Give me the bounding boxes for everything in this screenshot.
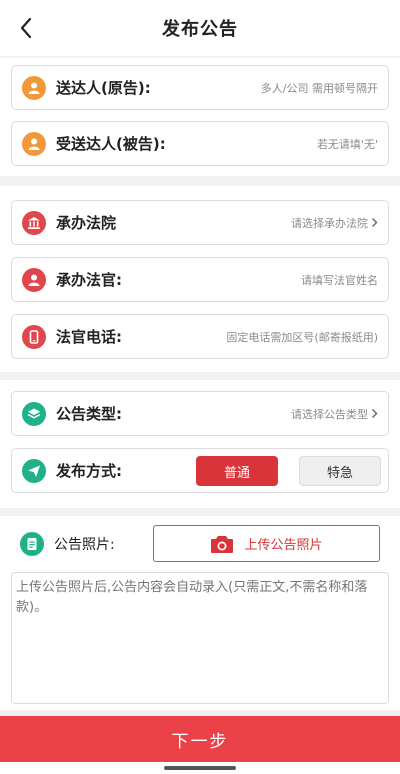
publish-method-field: 发布方式: 普通 特急 xyxy=(11,448,389,493)
method-urgent-button[interactable]: 特急 xyxy=(299,456,381,486)
person-icon xyxy=(22,131,46,156)
upload-photo-label: 上传公告照片 xyxy=(244,538,323,553)
parties-section: 送达人(原告): 多人/公司 需用顿号隔开 受送达人(被告): 若无请填'无' xyxy=(0,58,400,176)
header-bar: 发布公告 xyxy=(0,0,400,56)
announcement-type-label: 公告类型: xyxy=(56,405,122,423)
plaintiff-field[interactable]: 送达人(原告): 多人/公司 需用顿号隔开 xyxy=(11,65,389,110)
send-icon xyxy=(22,458,46,483)
defendant-placeholder: 若无请填'无' xyxy=(316,137,378,151)
home-indicator[interactable] xyxy=(164,766,236,770)
chevron-right-icon xyxy=(372,409,378,418)
court-icon xyxy=(22,210,46,235)
announcement-options-section: 公告类型: 请选择公告类型 发布方式: 普通 特急 xyxy=(0,380,400,508)
defendant-field[interactable]: 受送达人(被告): 若无请填'无' xyxy=(11,121,389,166)
camera-icon xyxy=(211,535,234,553)
court-label: 承办法院 xyxy=(56,214,117,232)
upload-photo-button[interactable]: 上传公告照片 xyxy=(153,525,380,562)
next-step-button[interactable]: 下一步 xyxy=(0,716,400,762)
photo-label: 公告照片: xyxy=(54,537,115,553)
back-button[interactable] xyxy=(12,14,40,42)
phone-placeholder: 固定电话需加区号(邮寄报纸用) xyxy=(226,330,378,344)
chevron-left-icon xyxy=(20,17,32,39)
defendant-label: 受送达人(被告): xyxy=(56,135,166,153)
court-section: 承办法院 请选择承办法院 承办法官: 请填写法官姓名 法官电话: 固定电话需加区… xyxy=(0,186,400,372)
plaintiff-label: 送达人(原告): xyxy=(56,79,151,97)
document-icon xyxy=(20,532,44,556)
page-title: 发布公告 xyxy=(162,19,238,40)
phone-field[interactable]: 法官电话: 固定电话需加区号(邮寄报纸用) xyxy=(11,314,389,359)
announcement-type-placeholder: 请选择公告类型 xyxy=(291,407,368,421)
layers-icon xyxy=(22,401,46,426)
phone-icon xyxy=(22,324,46,349)
judge-label: 承办法官: xyxy=(56,271,122,289)
announcement-type-placeholder-wrap: 请选择公告类型 xyxy=(291,406,378,422)
phone-label: 法官电话: xyxy=(56,328,122,346)
court-placeholder: 请选择承办法院 xyxy=(291,216,368,230)
judge-field[interactable]: 承办法官: 请填写法官姓名 xyxy=(11,257,389,302)
plaintiff-placeholder: 多人/公司 需用顿号隔开 xyxy=(260,81,378,95)
publish-method-label: 发布方式: xyxy=(56,462,122,480)
method-normal-button[interactable]: 普通 xyxy=(196,456,278,486)
court-placeholder-wrap: 请选择承办法院 xyxy=(291,215,378,231)
announcement-type-field[interactable]: 公告类型: 请选择公告类型 xyxy=(11,391,389,436)
home-indicator-bar xyxy=(0,762,400,774)
person-icon xyxy=(22,75,46,100)
person-icon xyxy=(22,267,46,292)
judge-placeholder: 请填写法官姓名 xyxy=(301,273,378,287)
chevron-right-icon xyxy=(372,218,378,227)
court-field[interactable]: 承办法院 请选择承办法院 xyxy=(11,200,389,245)
photo-label-wrap: 公告照片: xyxy=(20,532,115,556)
announcement-content-input[interactable] xyxy=(11,572,389,704)
